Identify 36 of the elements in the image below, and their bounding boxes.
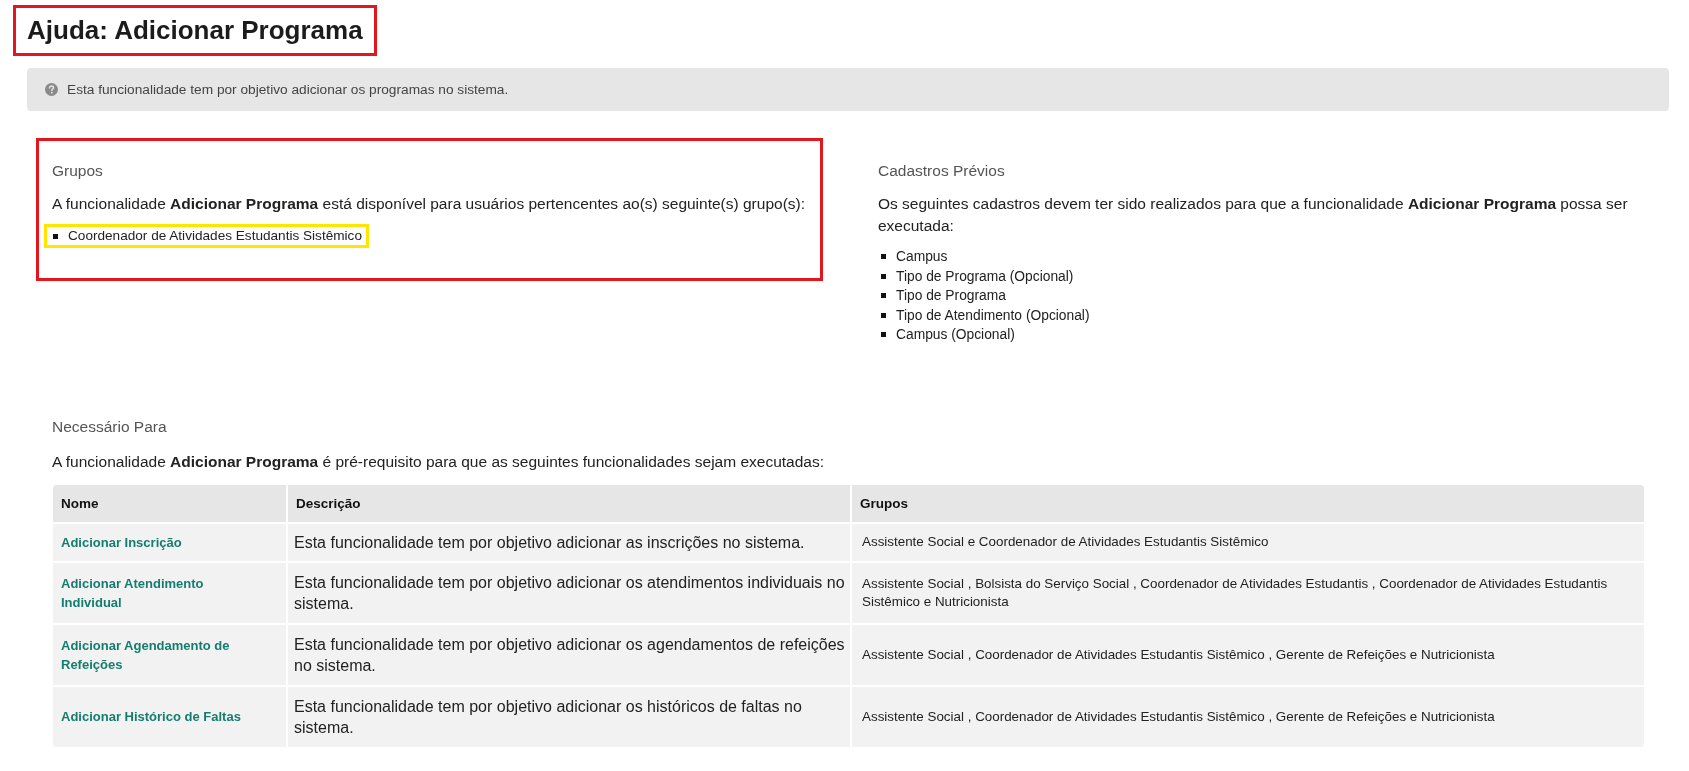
list-item: Coordenador de Atividades Estudantis Sistêmico [68, 227, 362, 245]
bullet-icon [881, 254, 886, 260]
section-heading: Necessário Para [52, 416, 168, 437]
feature-link[interactable]: Adicionar Atendimento Individual [61, 573, 248, 612]
table-cell: Assistente Social , Coordenador de Atividades Estudantis Sistêmico , Gerente de Refeições e Nutricionista [852, 622, 1644, 685]
table-cell: Assistente Social e Coordenador de Atividades Estudantis Sistêmico [852, 521, 1644, 561]
section-heading: Grupos [52, 161, 104, 181]
column-header: Nome [53, 484, 288, 522]
section-description: A funcionalidade Adicionar Programa está disponível para usuários pertencentes ao(s) seguinte(s) grupo(s): [52, 194, 807, 214]
table-cell: Assistente Social , Bolsista do Serviço Social , Coordenador de Atividades Estudantis , Coordenador de Atividades Estudantis Sistêmico e Nutricionista [852, 560, 1644, 623]
help-icon [45, 83, 58, 96]
list-item: Tipo de Atendimento (Opcional) [896, 306, 1090, 325]
bullet-icon [881, 312, 886, 318]
bullet-icon [881, 332, 886, 338]
section-description: Os seguintes cadastros devem ter sido realizados para que a funcionalidade Adicionar Programa possa ser executada: [878, 194, 1629, 236]
feature-link[interactable]: Adicionar Inscrição [61, 532, 248, 552]
page-title: Ajuda: Adicionar Programa [27, 14, 363, 47]
info-text: Esta funcionalidade tem por objetivo adicionar os programas no sistema. [67, 82, 509, 97]
list-item: Tipo de Programa (Opcional) [896, 267, 1074, 286]
table-cell: Esta funcionalidade tem por objetivo adicionar as inscrições no sistema. [288, 521, 852, 561]
column-header: Grupos [852, 484, 1644, 522]
bullet-icon [53, 233, 58, 239]
feature-link[interactable]: Adicionar Histórico de Faltas [61, 707, 248, 726]
list-item: Campus (Opcional) [896, 326, 1015, 344]
section-description: A funcionalidade Adicionar Programa é pré-requisito para que as seguintes funcionalidades sejam executadas: [52, 451, 826, 472]
section-heading: Cadastros Prévios [878, 161, 1006, 181]
table-cell: Assistente Social , Coordenador de Atividades Estudantis Sistêmico , Gerente de Refeições e Nutricionista [852, 684, 1644, 747]
feature-link[interactable]: Adicionar Agendamento de Refeições [61, 635, 248, 674]
list-item: Campus [896, 248, 948, 266]
column-header: Descrição [288, 484, 852, 522]
table-cell: Esta funcionalidade tem por objetivo adicionar os agendamentos de refeições no sistema. [288, 622, 852, 685]
bullet-icon [881, 293, 886, 299]
table-cell: Esta funcionalidade tem por objetivo adicionar os históricos de faltas no sistema. [288, 684, 852, 747]
bullet-icon [881, 273, 886, 279]
list-item: Tipo de Programa [896, 287, 1006, 305]
table-cell: Esta funcionalidade tem por objetivo adicionar os atendimentos individuais no sistema. [288, 560, 852, 623]
